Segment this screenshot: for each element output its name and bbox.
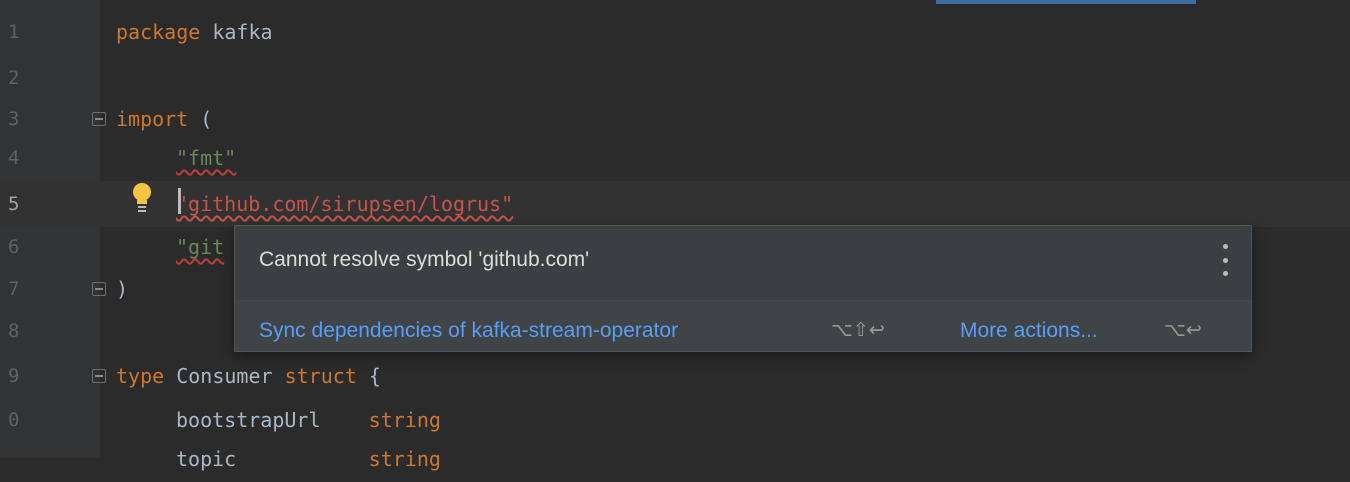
keyword-package: package xyxy=(116,20,201,44)
line-number: 5 xyxy=(8,193,20,215)
import-fmt: "fmt" xyxy=(176,146,237,170)
line-number xyxy=(8,436,38,482)
code-line-9: 9 type Consumer struct { xyxy=(0,353,1350,399)
fold-icon[interactable] xyxy=(92,282,106,296)
field-type: string xyxy=(368,408,441,432)
type-name: Consumer xyxy=(176,364,273,388)
open-brace: { xyxy=(368,364,381,388)
more-actions-shortcut: ⌥↩ xyxy=(1164,320,1202,341)
line-number: 6 xyxy=(8,236,20,258)
error-quickfix-popup: Cannot resolve symbol 'github.com' Sync … xyxy=(234,225,1252,352)
field-name: topic xyxy=(176,447,237,471)
keyword-import: import xyxy=(116,107,189,131)
field-type: string xyxy=(368,447,441,471)
field-name: bootstrapUrl xyxy=(176,408,321,432)
open-paren: ( xyxy=(200,107,213,131)
code-line-5: 5 "github.com/sirupsen/logrus" xyxy=(0,181,1350,227)
popup-divider xyxy=(235,300,1251,301)
code-text[interactable]: "github.com/sirupsen/logrus" xyxy=(176,181,513,227)
close-paren: ) xyxy=(116,277,129,301)
sync-dependencies-link[interactable]: Sync dependencies of kafka-stream-operat… xyxy=(259,319,678,343)
line-number: 1 xyxy=(8,21,20,43)
keyword-struct: struct xyxy=(284,364,357,388)
import-partial: "git xyxy=(176,235,225,259)
package-name: kafka xyxy=(212,20,273,44)
code-text[interactable]: package kafka xyxy=(116,9,273,55)
line-number: 2 xyxy=(8,67,20,89)
line-number: 8 xyxy=(8,320,20,342)
code-text[interactable]: ) xyxy=(116,266,128,312)
code-text[interactable]: type Consumer struct { xyxy=(116,353,381,399)
top-selection-strip xyxy=(936,0,1196,4)
code-line-2: 2 xyxy=(0,55,1350,101)
line-number: 4 xyxy=(8,147,20,169)
sync-shortcut: ⌥⇧↩ xyxy=(831,320,885,341)
code-line-4: 4 "fmt" xyxy=(0,135,1350,181)
fold-icon[interactable] xyxy=(92,112,106,126)
code-text[interactable]: "git xyxy=(176,224,224,270)
keyword-type: type xyxy=(116,364,165,388)
text-caret xyxy=(178,188,181,214)
line-number: 7 xyxy=(8,278,20,300)
code-line-1: 1 package kafka xyxy=(0,9,1350,55)
fold-icon[interactable] xyxy=(92,369,106,383)
error-message: Cannot resolve symbol 'github.com' xyxy=(259,248,590,271)
lightbulb-icon[interactable] xyxy=(131,182,153,214)
popup-actions: Sync dependencies of kafka-stream-operat… xyxy=(235,301,1251,351)
more-vertical-icon[interactable] xyxy=(1221,244,1229,276)
code-text[interactable]: "fmt" xyxy=(176,135,236,181)
code-text[interactable]: topic string xyxy=(176,436,441,482)
import-logrus: "github.com/sirupsen/logrus" xyxy=(176,192,514,216)
line-number: 9 xyxy=(8,365,20,387)
more-actions-link[interactable]: More actions... xyxy=(960,319,1098,343)
code-line-11: topic string xyxy=(0,436,1350,482)
